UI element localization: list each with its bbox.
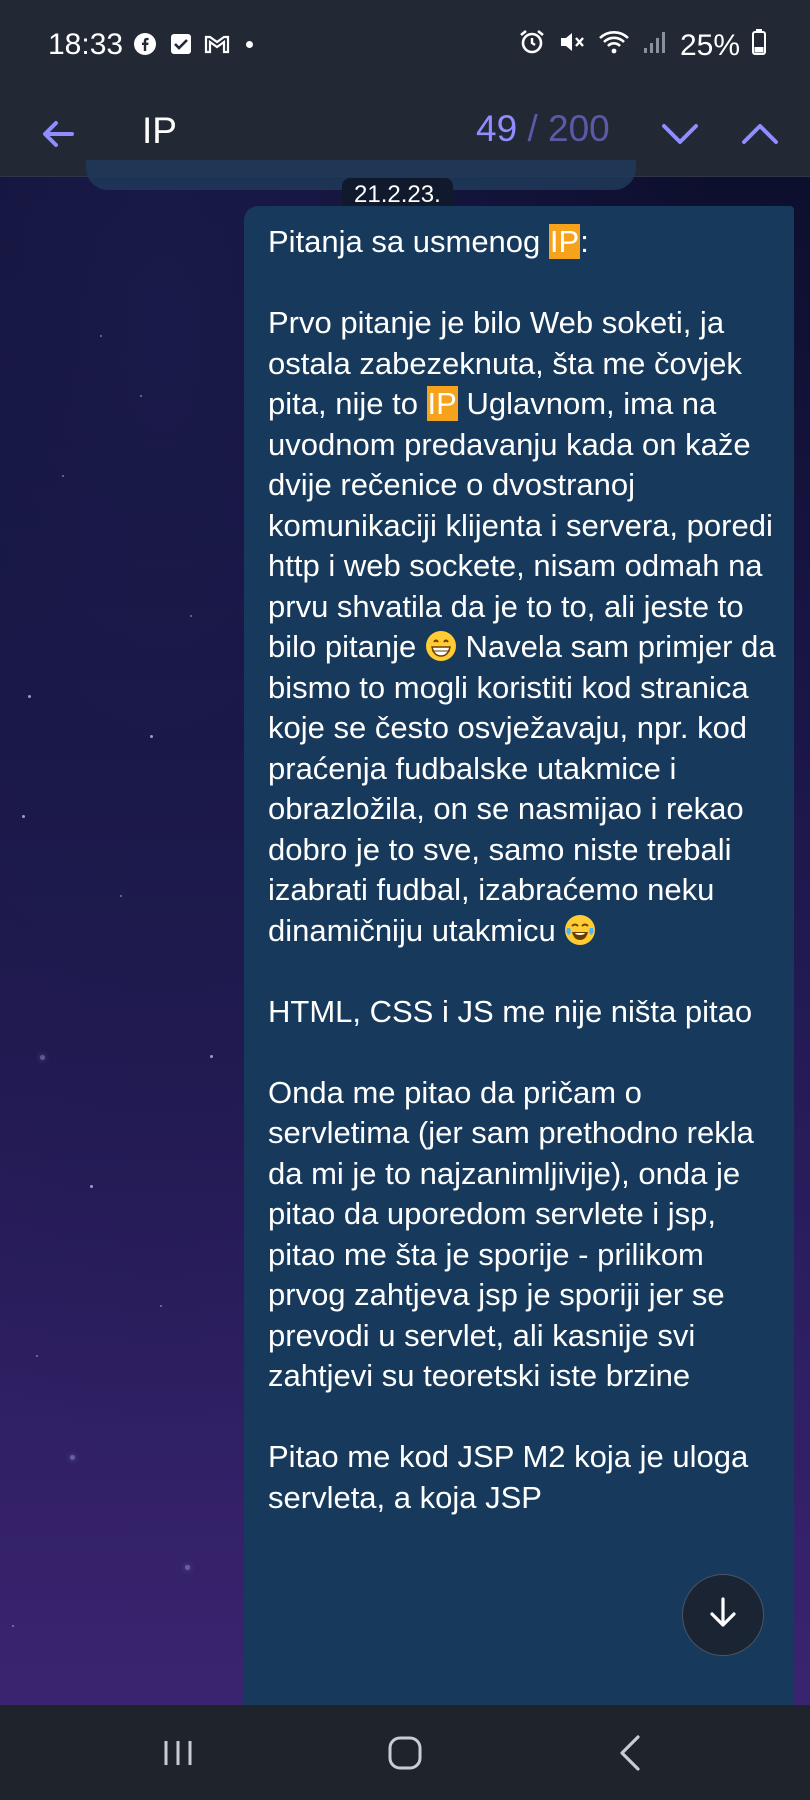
counter-separator: / — [527, 108, 538, 149]
battery-level: 25% — [679, 29, 740, 62]
recents-icon[interactable] — [154, 1729, 202, 1777]
wifi-icon — [598, 28, 630, 64]
home-icon[interactable] — [381, 1729, 429, 1777]
search-highlight: IP — [426, 386, 458, 421]
search-highlight: IP — [548, 224, 581, 259]
search-query: IP — [142, 110, 177, 151]
text-run: : — [580, 224, 589, 259]
arrow-down-icon — [703, 1593, 743, 1638]
arrow-left-icon[interactable] — [36, 112, 80, 156]
text-run: Navela sam primjer da bismo to mogli kor… — [268, 629, 776, 948]
total-results: 200 — [548, 108, 610, 149]
message-paragraph: Pitao me kod JSP M2 koja je uloga servle… — [268, 1439, 749, 1515]
scroll-down-button[interactable] — [682, 1574, 764, 1656]
text-run: Uglavnom, ima na uvodnom predavanju kada… — [268, 386, 773, 664]
signal-icon — [642, 28, 668, 64]
nav-back-icon[interactable] — [608, 1729, 656, 1777]
tears-of-joy-icon — [564, 914, 596, 946]
gmail-icon — [204, 31, 230, 57]
message-text: Pitanja sa usmenog IP: Prvo pitanje je b… — [268, 222, 778, 1559]
message-paragraph: Prvo pitanje je bilo Web soketi, ja osta… — [268, 303, 778, 951]
battery-icon — [752, 29, 766, 63]
message-paragraph: HTML, CSS i JS me nije ništa pitao — [268, 993, 753, 1029]
message-paragraph: Pitanja sa usmenog IP: — [268, 222, 778, 263]
message-paragraph: Onda me pitao da pričam o servletima (je… — [268, 1074, 754, 1394]
chevron-down-icon[interactable] — [656, 112, 704, 156]
text-run: Pitanja sa usmenog — [268, 224, 549, 259]
status-time: 18:33 — [48, 28, 124, 61]
mute-icon — [558, 28, 586, 64]
current-result: 49 — [476, 108, 518, 149]
check-box-icon — [168, 31, 194, 57]
status-bar: 18:33 25% — [0, 0, 810, 92]
grinning-face-icon — [425, 630, 457, 662]
dot-icon — [246, 40, 253, 48]
alarm-icon — [518, 28, 546, 64]
chevron-up-icon[interactable] — [736, 112, 784, 156]
facebook-icon — [132, 31, 158, 57]
search-result-counter: 49 / 200 — [476, 108, 610, 150]
system-nav-bar — [0, 1705, 810, 1800]
